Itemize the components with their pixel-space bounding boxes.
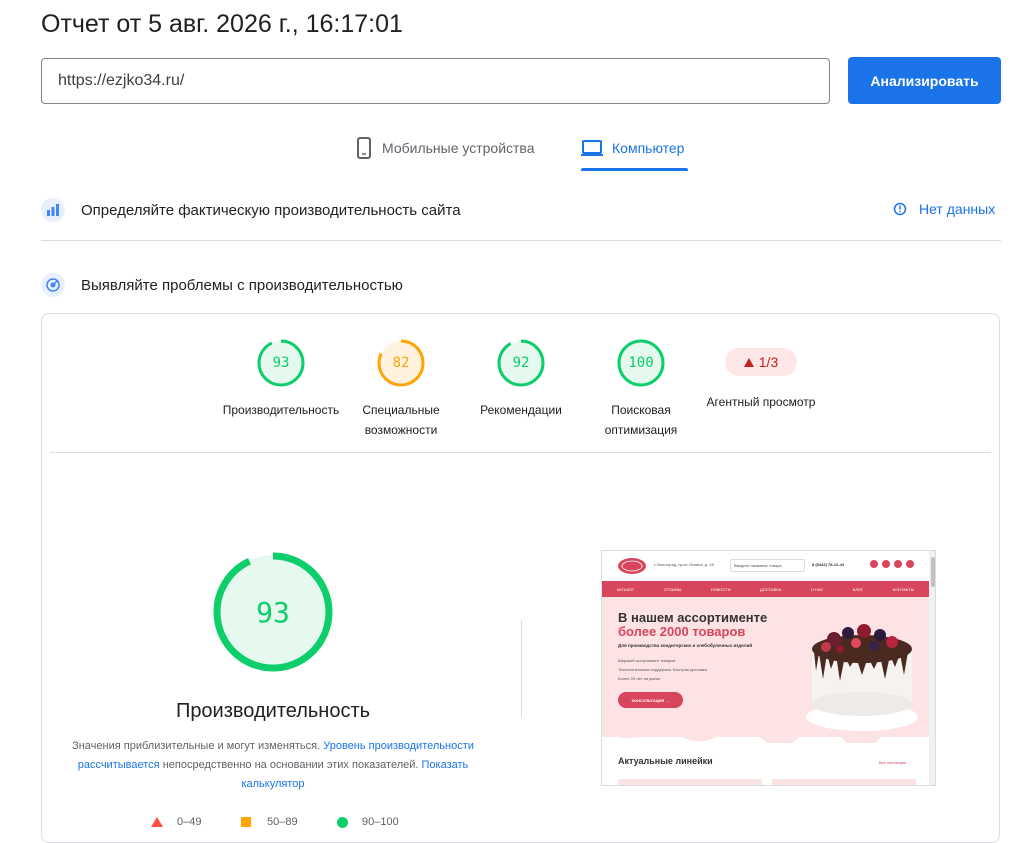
hero-bullet: Более 25 лет на рынке [618,676,661,681]
phone-icon [882,560,890,568]
legend-average-label: 50–89 [267,816,298,828]
fail-triangle-icon [743,357,754,367]
score-agentic[interactable]: 1/3 Агентный просмотр [701,340,821,412]
hero-button: КОНСУЛЬТАЦИЯ → [618,692,683,708]
wave-divider [602,731,929,743]
analyze-button[interactable]: Анализировать [848,57,1001,104]
site-nav-item: ДОСТАВКА [760,586,782,592]
score-gauge: 93 [257,339,305,387]
section-divider [41,240,1001,241]
hero-line-2: более 2000 товаров [618,624,746,639]
telegram-icon [870,560,878,568]
active-tab-indicator [581,168,688,171]
score-value: 100 [628,355,653,371]
score-seo[interactable]: 100 Поисковая оптимизация [581,338,701,440]
performance-gauge: 93 [212,551,334,673]
site-nav-item: НОВОСТИ [710,586,731,592]
info-icon [893,202,907,216]
odnoklassniki-icon [894,560,902,568]
score-best-practices[interactable]: 92 Рекомендации [461,338,581,420]
score-label: Специальные возможности [362,403,440,437]
page-screenshot: г. Волгоград, пр-кт Ленина, д. 48 Введит… [601,550,936,786]
site-phone: 8 (8442) 78-12-44 [812,562,845,567]
field-data-icon [41,198,65,222]
legend-pass-label: 90–100 [362,816,399,828]
legend-fail: 0–49 [151,816,201,828]
site-logo [618,558,646,574]
legend-pass: 90–100 [337,816,399,828]
vertical-separator [521,620,522,717]
report-title: Отчет от 5 авг. 2026 г., 16:17:01 [41,10,403,38]
score-label: Рекомендации [480,403,562,417]
tab-desktop[interactable]: Компьютер [581,137,684,159]
site-search: Введите название товара [730,559,805,572]
hero-heading: В нашем ассортименте более 2000 товаров [618,611,767,639]
tab-desktop-label: Компьютер [612,140,685,156]
hero-line-1: В нашем ассортименте [618,610,768,625]
score-gauge: 82 [377,339,425,387]
site-nav-item: КАТАЛОГ [616,586,635,592]
performance-score: 93 [256,596,290,629]
score-description: Значения приблизительные и могут изменят… [72,737,474,794]
tab-mobile[interactable]: Мобильные устройства [355,137,535,159]
score-value: 93 [273,355,290,371]
no-data-label: Нет данных [919,201,996,217]
score-gauge: 100 [617,339,665,387]
score-performance[interactable]: 93 Производительность [221,338,341,420]
legend-fail-label: 0–49 [177,816,202,828]
laptop-icon [581,140,603,156]
lab-data-section: Выявляйте проблемы с производительностью [41,273,1001,297]
product-card [772,779,916,785]
agentic-value: 1/3 [758,354,779,370]
site-header: г. Волгоград, пр-кт Ленина, д. 48 Введит… [602,551,929,581]
site-nav: КАТАЛОГ ОТЗЫВЫ НОВОСТИ ДОСТАВКА О НАС БЛ… [602,581,929,597]
score-label: Производительность [222,403,340,417]
score-gauge: 92 [497,339,545,387]
card-divider [50,452,991,453]
agentic-label: Агентный просмотр [706,395,816,409]
score-label: Поисковая оптимизация [604,403,678,437]
performance-title: Производительность [175,700,371,722]
field-data-title: Определяйте фактическую производительнос… [81,201,461,219]
score-value: 92 [513,355,530,371]
site-nav-item: ОТЗЫВЫ [663,586,682,592]
diagnose-icon [41,273,65,297]
legend-average: 50–89 [241,816,298,828]
score-accessibility[interactable]: 82 Специальные возможности [341,338,461,440]
agentic-badge: 1/3 [725,348,797,376]
field-data-section: Определяйте фактическую производительнос… [41,198,1001,222]
hero-subtitle: Для производства кондитерских и хлебобул… [618,643,753,648]
lab-data-title: Выявляйте проблемы с производительностью [81,276,403,294]
section-title: Актуальные линейки [618,756,713,766]
site-nav-item: КОНТАКТЫ [892,586,915,592]
url-input-value: https://ezjko34.ru/ [58,72,185,89]
score-value: 82 [393,355,410,371]
description-text-1: Значения приблизительные и могут изменят… [72,740,321,752]
no-data-link[interactable]: Нет данных [893,201,995,217]
all-collections-link: Все коллекции → [879,760,912,765]
url-input[interactable]: https://ezjko34.ru/ [41,58,830,104]
description-text-2: непосредственно на основании этих показа… [162,759,419,771]
product-card [618,779,762,785]
hero-bullet: Технологическая поддержка. Быстрая доста… [618,667,707,672]
smartphone-icon [357,137,371,159]
vk-icon [906,560,914,568]
hero-bullet: Широкий ассортимент товаров [618,658,676,663]
tab-mobile-label: Мобильные устройства [382,140,535,156]
site-nav-item: БЛОГ [852,586,864,592]
site-nav-item: О НАС [810,586,824,592]
screenshot-scrollbar-thumb [931,557,935,587]
cake-image [806,624,918,731]
site-address: г. Волгоград, пр-кт Ленина, д. 48 [654,562,714,567]
site-hero: В нашем ассортименте более 2000 товаров … [602,597,929,737]
